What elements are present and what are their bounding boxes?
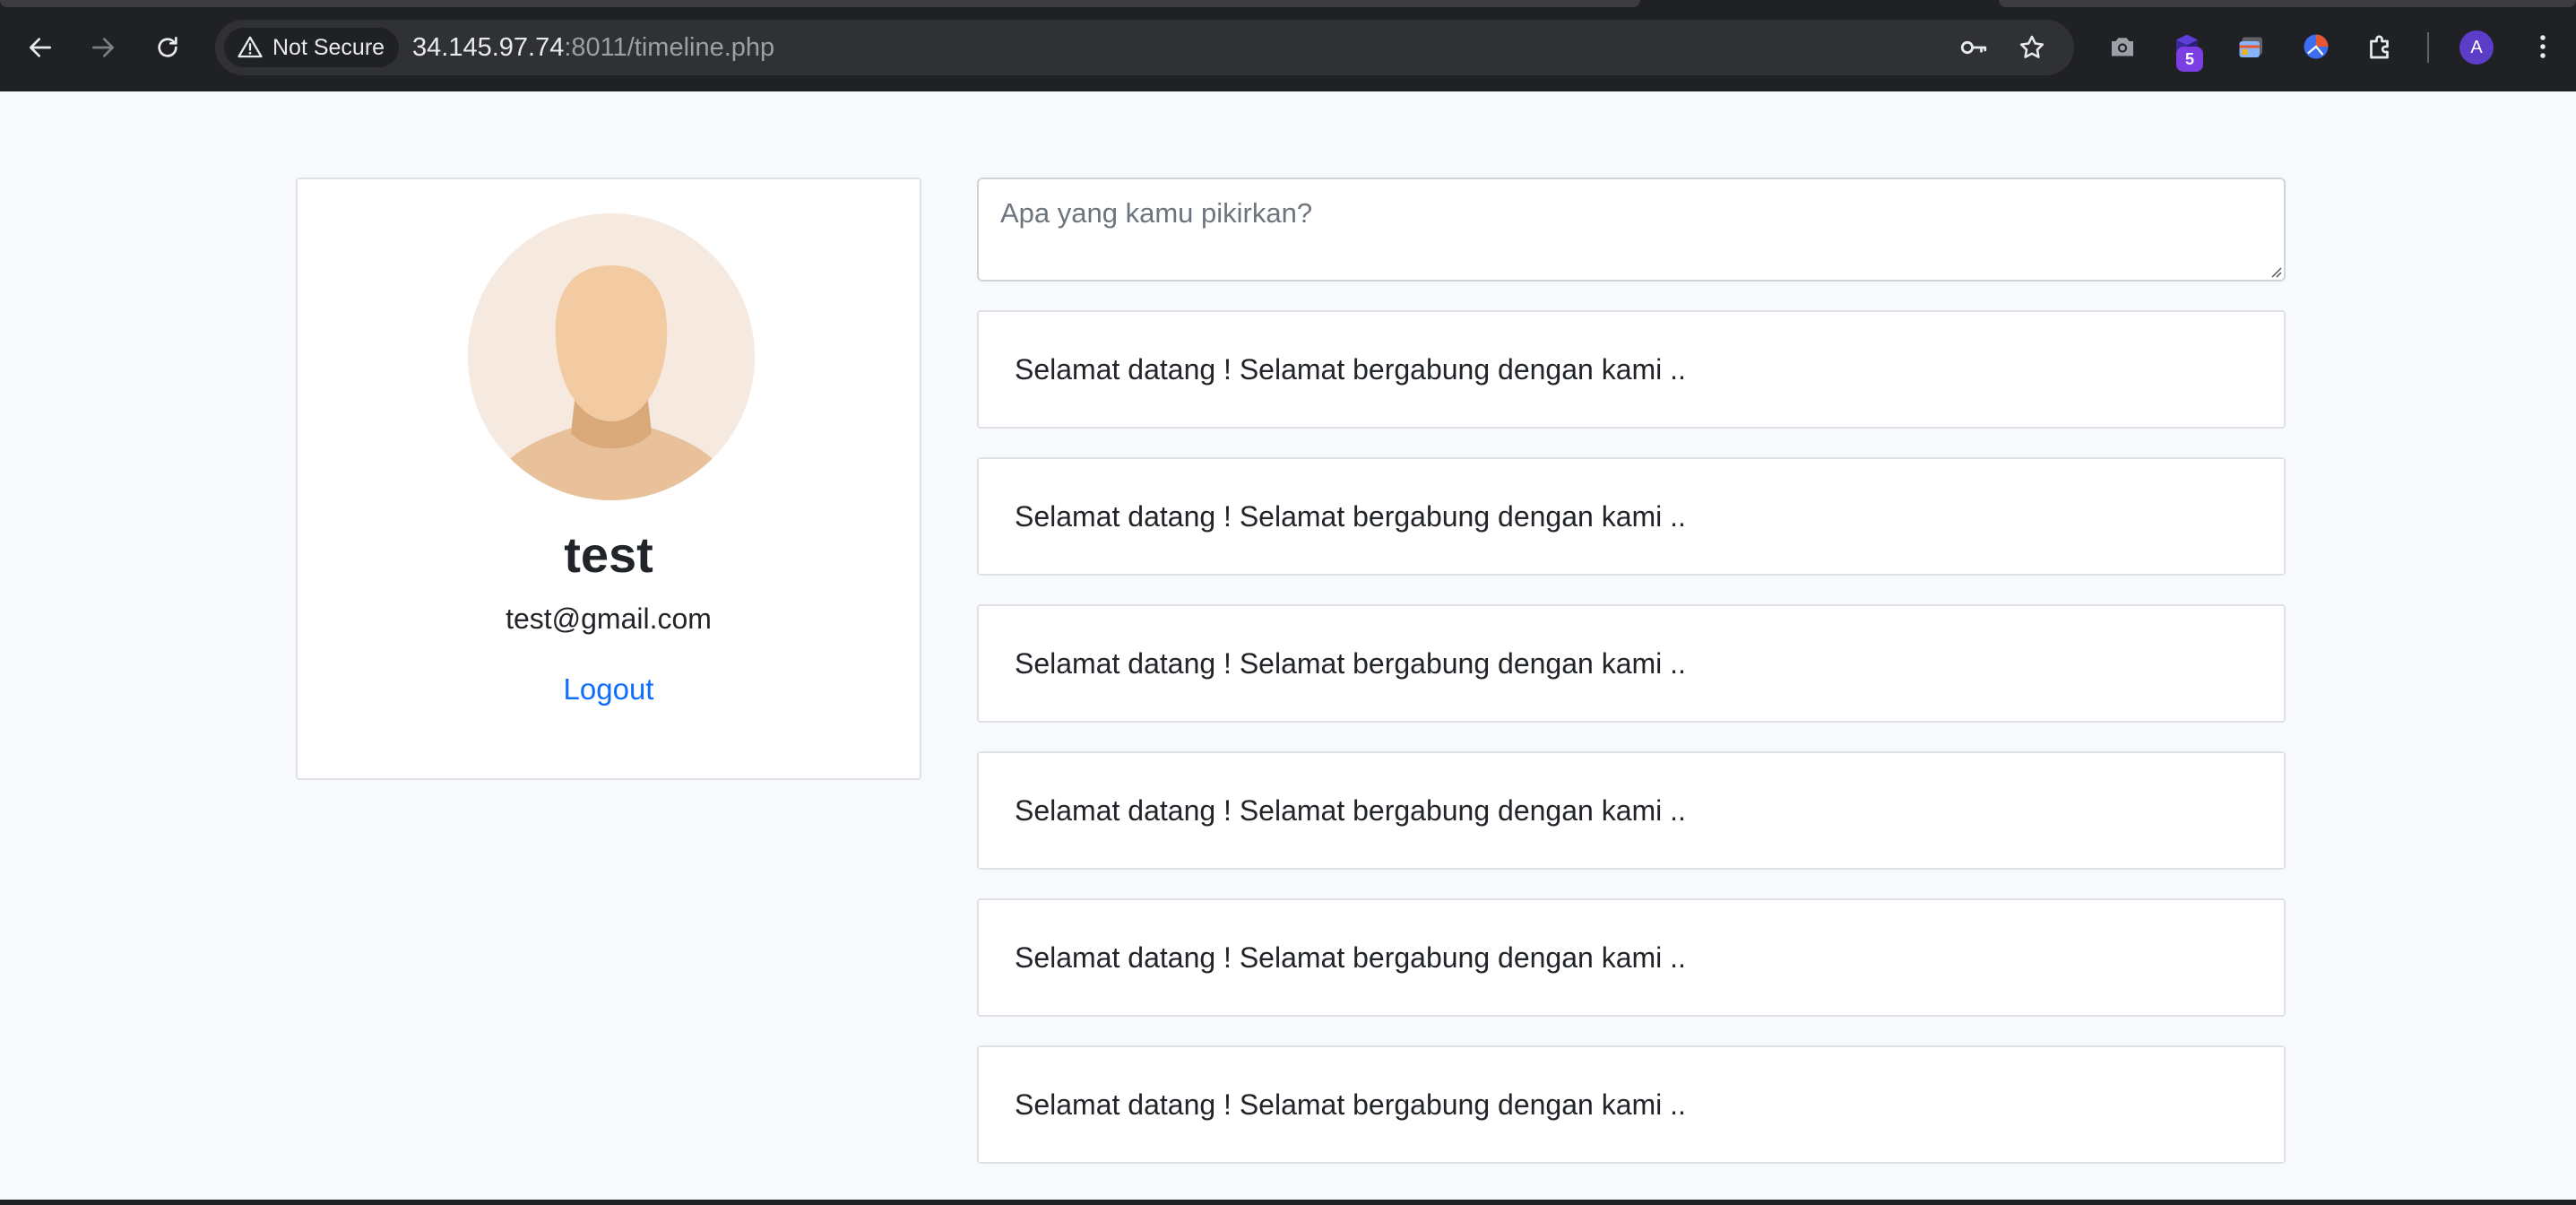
- arrow-left-icon: [30, 38, 51, 57]
- extensions-button[interactable]: [2363, 29, 2399, 65]
- default-user-avatar-icon: [468, 213, 755, 500]
- profile-name: test: [564, 526, 653, 583]
- post-text: Selamat datang ! Selamat bergabung denga…: [1015, 941, 1686, 974]
- screenshot-extension-button[interactable]: [2105, 29, 2140, 65]
- forward-button[interactable]: [82, 27, 124, 68]
- profile-button[interactable]: A: [2459, 30, 2494, 65]
- post-text: Selamat datang ! Selamat bergabung denga…: [1015, 1088, 1686, 1121]
- url-text[interactable]: 34.145.97.74:8011/timeline.php: [412, 20, 774, 75]
- avatar: [468, 213, 755, 500]
- url-path: :8011/timeline.php: [564, 33, 775, 62]
- post-card: Selamat datang ! Selamat bergabung denga…: [977, 310, 2286, 429]
- key-icon: [1960, 40, 1987, 55]
- puzzle-icon: [2370, 35, 2389, 59]
- arrow-right-icon: [92, 38, 114, 57]
- browser-toolbar: Not Secure 34.145.97.74:8011/timeline.ph…: [0, 0, 2576, 91]
- browser-extension-button[interactable]: [2234, 29, 2269, 65]
- post-text: Selamat datang ! Selamat bergabung denga…: [1015, 500, 1686, 533]
- security-label: Not Secure: [272, 34, 385, 60]
- browser-menu-button[interactable]: [2529, 29, 2556, 65]
- logout-link[interactable]: Logout: [298, 672, 920, 707]
- post-card: Selamat datang ! Selamat bergabung denga…: [977, 751, 2286, 870]
- browser-window-icon: [2239, 37, 2262, 57]
- post-card: Selamat datang ! Selamat bergabung denga…: [977, 1045, 2286, 1164]
- post-composer-input[interactable]: [977, 178, 2286, 282]
- bookmark-button[interactable]: [2016, 31, 2048, 64]
- security-indicator[interactable]: Not Secure: [224, 28, 400, 67]
- url-host: 34.145.97.74: [412, 33, 565, 62]
- extension-badge: 5: [2176, 47, 2203, 72]
- address-bar[interactable]: Not Secure 34.145.97.74:8011/timeline.ph…: [215, 20, 2074, 75]
- warning-triangle-icon: [238, 36, 263, 58]
- page-content: test test@gmail.com Logout Selamat datan…: [0, 91, 2576, 1205]
- profile-card: test test@gmail.com Logout: [296, 178, 921, 780]
- post-card: Selamat datang ! Selamat bergabung denga…: [977, 457, 2286, 576]
- resize-handle-icon[interactable]: [2268, 264, 2282, 278]
- tab-strip-edge: [1999, 0, 2576, 7]
- window-bottom-edge: [0, 1200, 2576, 1205]
- toolbar-divider: [2427, 32, 2429, 63]
- kebab-menu-icon: [2540, 35, 2546, 58]
- tab-strip-edge: [0, 0, 1640, 7]
- post-text: Selamat datang ! Selamat bergabung denga…: [1015, 794, 1686, 827]
- globe-icon: [2304, 34, 2329, 59]
- post-card: Selamat datang ! Selamat bergabung denga…: [977, 604, 2286, 723]
- password-button[interactable]: [1958, 31, 1990, 64]
- profile-email: test@gmail.com: [506, 602, 712, 635]
- globe-extension-button[interactable]: [2298, 29, 2334, 65]
- back-button[interactable]: [20, 27, 61, 68]
- camera-icon: [2112, 38, 2133, 56]
- post-text: Selamat datang ! Selamat bergabung denga…: [1015, 353, 1686, 386]
- star-icon: [2019, 35, 2044, 58]
- reload-icon: [158, 37, 177, 57]
- reload-button[interactable]: [147, 27, 188, 68]
- post-card: Selamat datang ! Selamat bergabung denga…: [977, 898, 2286, 1017]
- post-text: Selamat datang ! Selamat bergabung denga…: [1015, 647, 1686, 680]
